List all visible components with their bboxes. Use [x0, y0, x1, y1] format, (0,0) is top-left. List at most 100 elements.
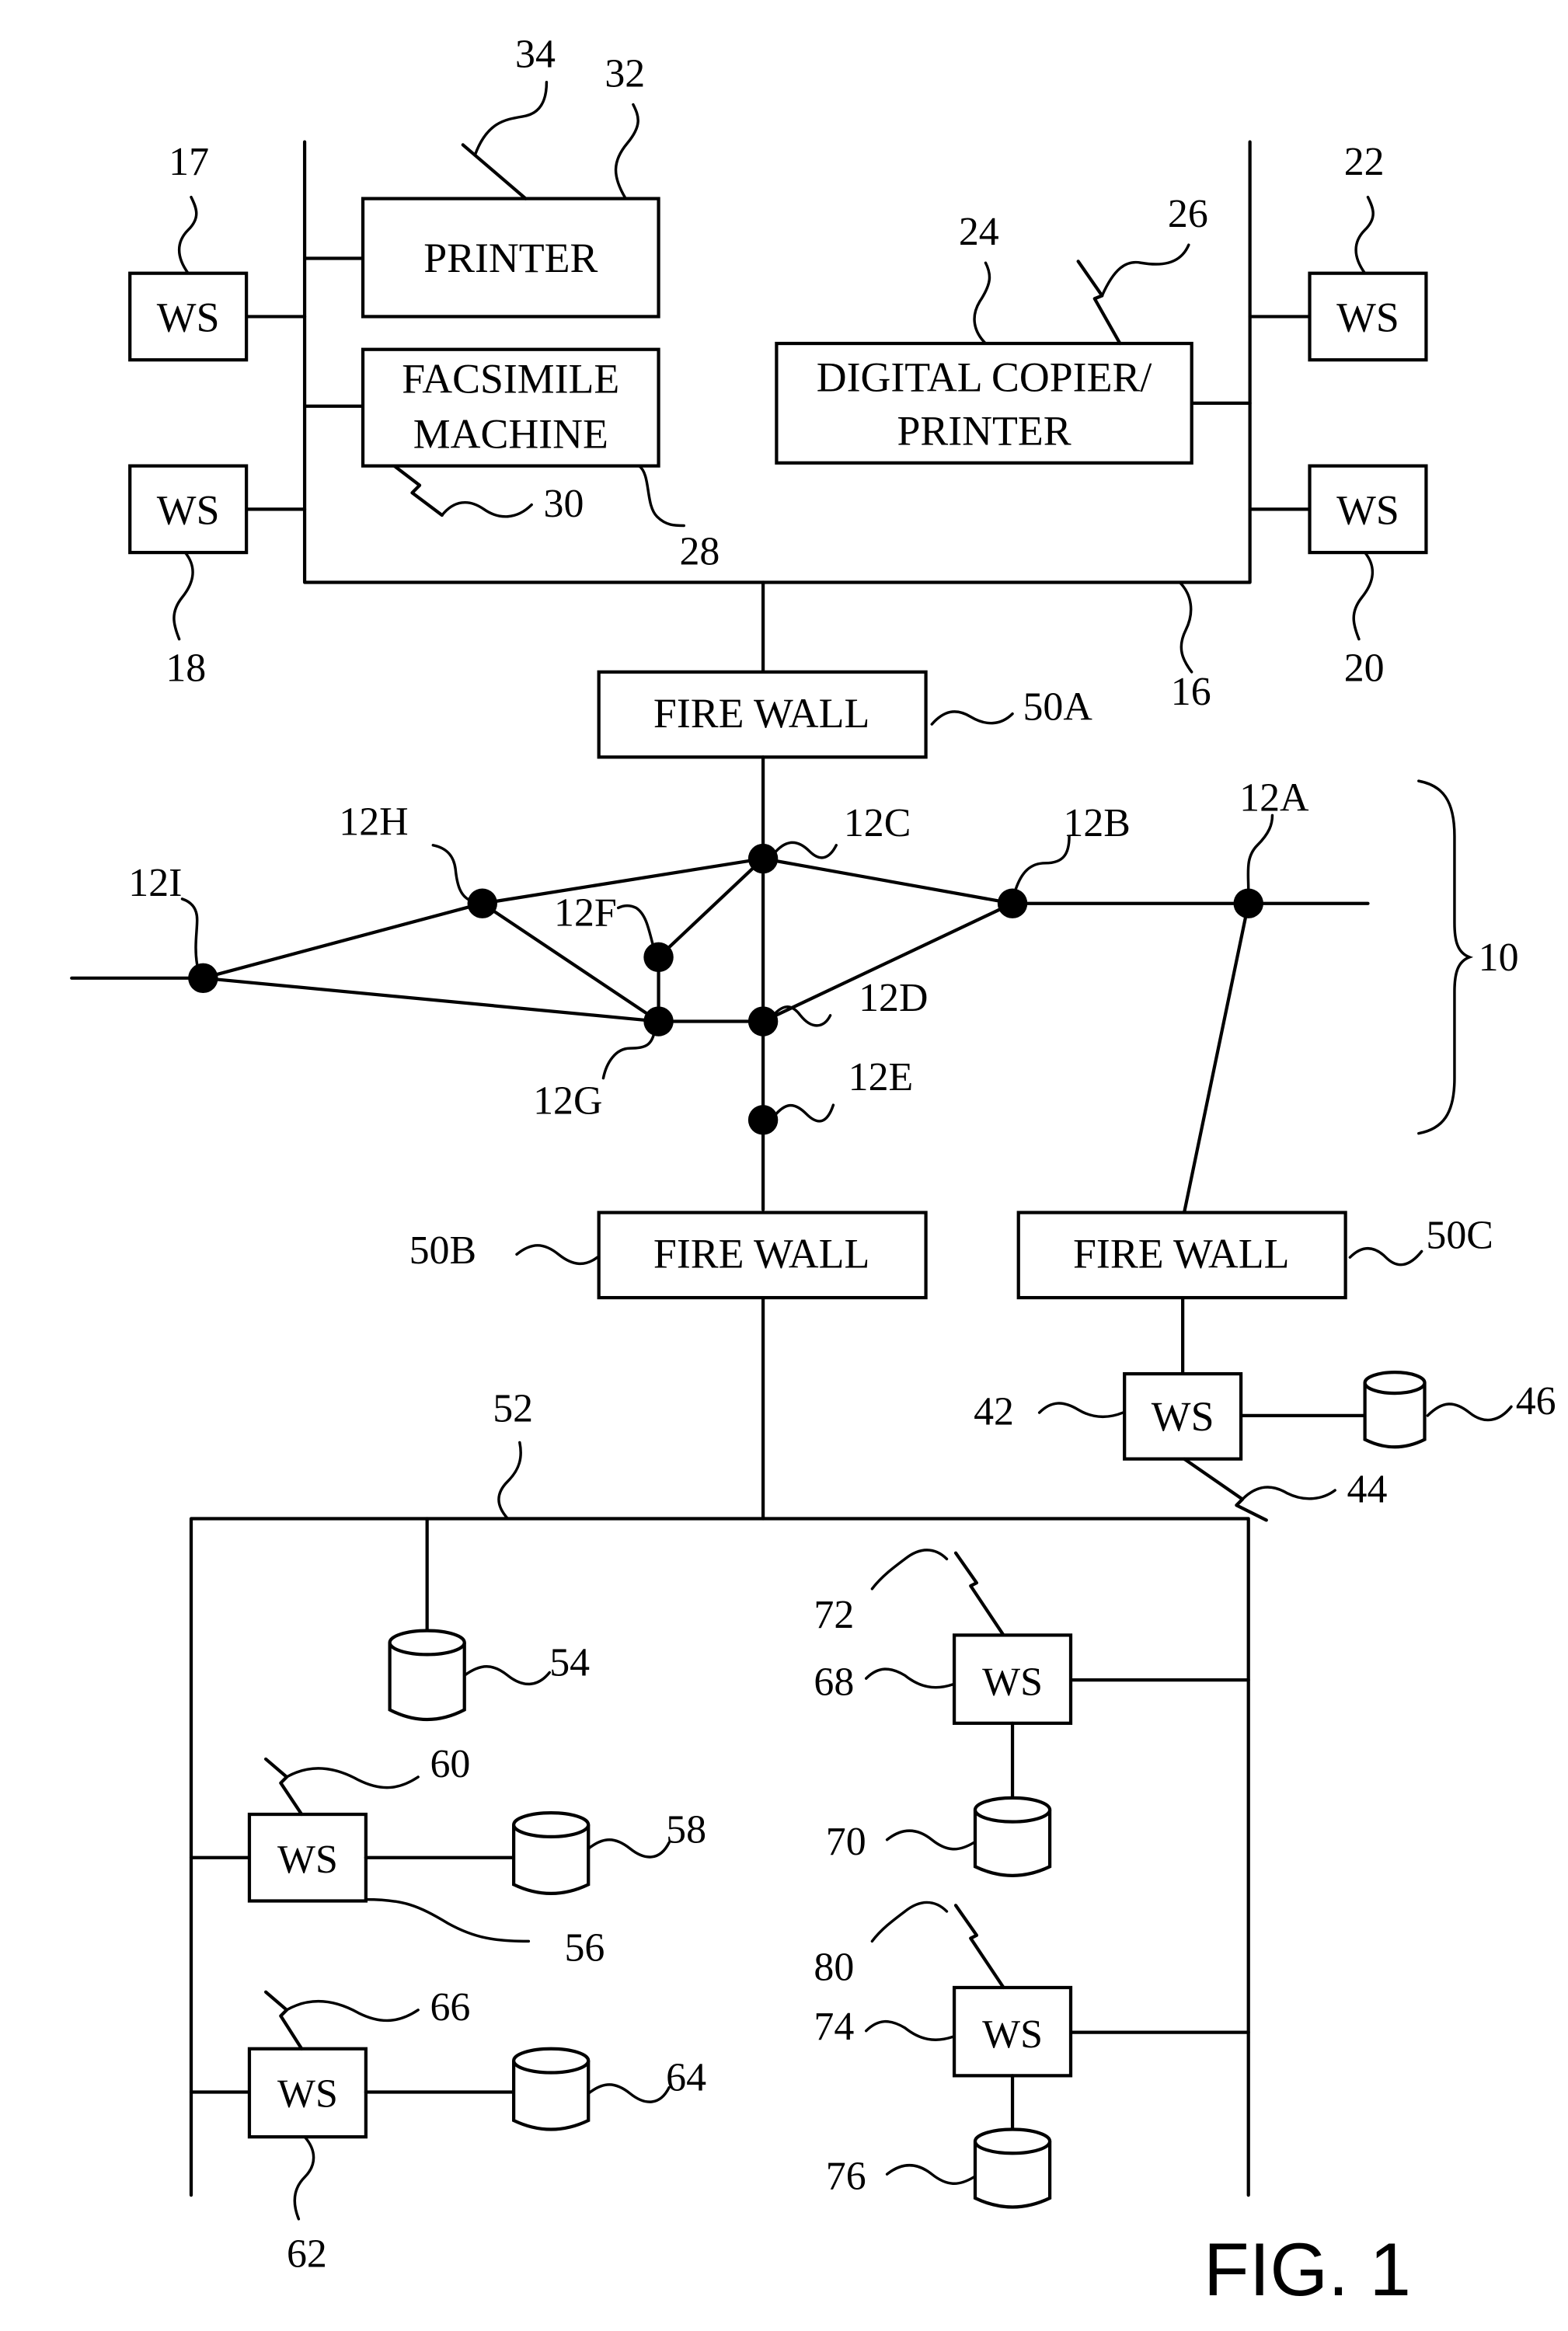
leader-12g	[601, 1032, 656, 1080]
leader-62	[293, 2135, 315, 2221]
ref-26: 26	[1168, 192, 1208, 236]
link-12i-12g	[201, 976, 660, 1023]
leader-64	[587, 2083, 671, 2103]
remote-ws: WS 42 46 44	[974, 1295, 1556, 1522]
ref-70: 70	[826, 1820, 866, 1864]
node-12c[interactable]	[747, 843, 779, 874]
fax-wireless-icon	[392, 464, 444, 517]
ref-32: 32	[605, 51, 645, 96]
storage-76-icon	[973, 2127, 1052, 2209]
leader-12f	[616, 904, 654, 946]
ref-46: 46	[1516, 1379, 1556, 1423]
ref-74: 74	[814, 2005, 854, 2049]
leader-12i	[180, 897, 199, 967]
fax-label-line1: FACSIMILE	[402, 355, 619, 402]
storage-64-icon	[512, 2047, 591, 2131]
ref-64: 64	[666, 2056, 706, 2100]
ref-72: 72	[814, 1593, 854, 1637]
network-diagram: PRINTER 34 32 FACSIMILE MACHINE 30 28 DI…	[70, 32, 1556, 2312]
node-12h[interactable]	[467, 888, 497, 918]
leader-72	[870, 1549, 949, 1591]
leader-28	[637, 464, 685, 528]
ref-54: 54	[549, 1640, 590, 1685]
leader-22	[1354, 195, 1375, 275]
firewall-50b-label: FIRE WALL	[653, 1231, 869, 1277]
ws-68-wireless-icon	[953, 1551, 1005, 1637]
node-12a[interactable]	[1233, 888, 1263, 918]
ref-52: 52	[493, 1387, 533, 1431]
node-12b[interactable]	[997, 888, 1028, 918]
leader-26	[1100, 243, 1190, 298]
leader-24	[973, 261, 991, 345]
leader-32	[614, 103, 639, 200]
node-12f[interactable]	[643, 942, 674, 973]
leader-56	[364, 1897, 531, 1943]
label-12g: 12G	[533, 1079, 602, 1124]
leader-12e	[772, 1103, 835, 1123]
ws-62-label: WS	[277, 2072, 338, 2117]
bottom-lan: 52 54 WS 60 58 56 WS 66 64 62 WS 72 68 7…	[189, 1295, 1250, 2276]
ref-42: 42	[974, 1389, 1014, 1434]
leader-80	[870, 1901, 949, 1943]
ws-20-label: WS	[1336, 487, 1399, 534]
ref-60: 60	[430, 1742, 471, 1786]
ref-16: 16	[1171, 670, 1211, 714]
leader-50b	[515, 1244, 599, 1266]
copier-label-line2: PRINTER	[897, 408, 1071, 455]
leader-66	[285, 1999, 420, 2023]
ref-20: 20	[1344, 646, 1385, 690]
link-12a-50c	[1182, 901, 1250, 1214]
ref-50b: 50B	[409, 1228, 476, 1273]
label-12i: 12I	[128, 861, 182, 905]
leader-52	[497, 1441, 522, 1521]
leader-70	[885, 1829, 975, 1851]
link-12i-12h	[201, 901, 484, 980]
figure-caption: FIG. 1	[1204, 2228, 1411, 2312]
node-12i[interactable]	[188, 963, 218, 994]
ws-22-label: WS	[1336, 294, 1399, 341]
ref-18: 18	[166, 646, 206, 690]
printer-wireless-icon	[461, 143, 528, 200]
printer-label: PRINTER	[423, 235, 598, 281]
storage-70-icon	[973, 1796, 1052, 1877]
leader-54	[462, 1665, 551, 1686]
leader-12h	[431, 844, 472, 902]
storage-46-icon	[1363, 1371, 1427, 1449]
ws-74-wireless-icon	[953, 1904, 1005, 1990]
ref-34: 34	[515, 32, 556, 76]
node-12d[interactable]	[747, 1006, 779, 1037]
ws-56-label: WS	[277, 1838, 338, 1882]
leader-76	[885, 2164, 975, 2185]
leader-58	[587, 1838, 671, 1859]
label-12c: 12C	[844, 801, 911, 845]
leader-68	[864, 1667, 954, 1689]
ref-66: 66	[430, 1985, 471, 2030]
ref-22: 22	[1344, 140, 1385, 184]
leader-17	[178, 195, 198, 275]
ref-28: 28	[679, 529, 720, 573]
copier-label-line1: DIGITAL COPIER/	[817, 354, 1152, 401]
network-bracket-icon	[1417, 779, 1474, 1135]
label-12a: 12A	[1239, 776, 1309, 821]
network-10: 12A 12B 12C 12D 12E 12F 12G 12H 12I 10	[70, 755, 1519, 1214]
ws-74-label: WS	[982, 2012, 1043, 2057]
label-12b: 12B	[1063, 801, 1130, 845]
ref-68: 68	[814, 1660, 854, 1704]
fax-label-line2: MACHINE	[413, 411, 608, 458]
ws-62-wireless-icon	[263, 1990, 304, 2051]
label-12d: 12D	[859, 976, 928, 1020]
leader-16	[1178, 580, 1193, 674]
top-lan: PRINTER 34 32 FACSIMILE MACHINE 30 28 DI…	[128, 32, 1428, 714]
ref-76: 76	[826, 2154, 866, 2198]
ref-44: 44	[1347, 1467, 1388, 1511]
ref-50c: 50C	[1426, 1214, 1493, 1258]
firewall-50a-label: FIRE WALL	[653, 690, 869, 737]
node-12g[interactable]	[643, 1006, 674, 1037]
leader-12d	[768, 1005, 832, 1027]
leader-60	[285, 1767, 420, 1789]
leader-18	[172, 551, 194, 641]
label-12e: 12E	[848, 1055, 914, 1099]
label-12h: 12H	[339, 800, 408, 844]
leader-50c	[1348, 1246, 1423, 1267]
node-12e[interactable]	[747, 1105, 779, 1135]
